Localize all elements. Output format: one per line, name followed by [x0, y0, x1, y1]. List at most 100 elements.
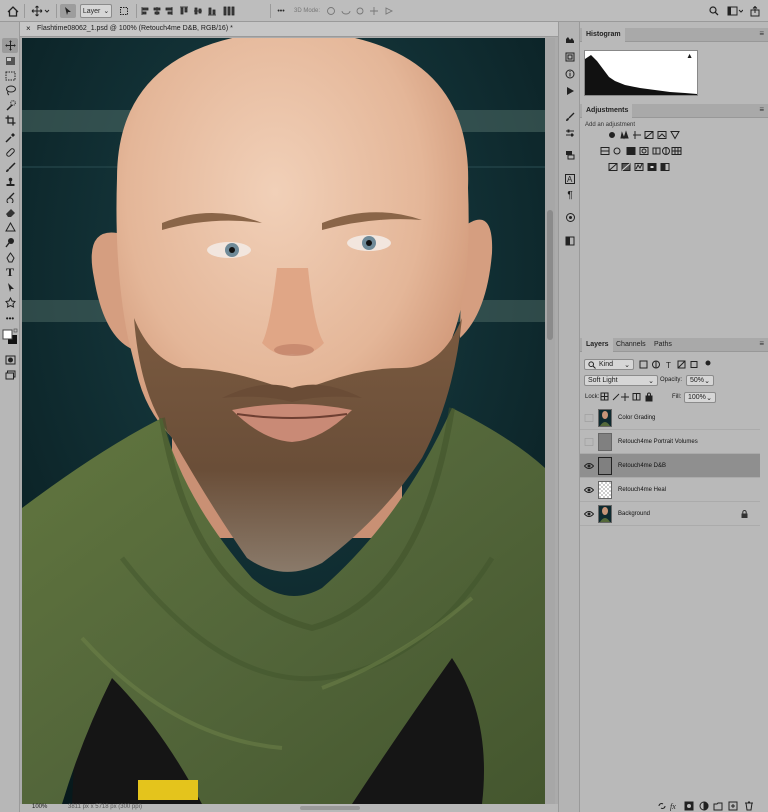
opacity-label: Opacity:: [660, 377, 683, 383]
tab-channels[interactable]: Channels: [612, 338, 650, 352]
paragraph-panel-icon[interactable]: ¶: [563, 188, 577, 202]
chevron-down-icon: ⌄: [704, 377, 710, 385]
histogram-warning-icon[interactable]: ▲: [686, 53, 693, 60]
zoom-level[interactable]: 100%: [32, 804, 47, 810]
layer-name: Retouch4me Portrait Volumes: [618, 439, 698, 445]
glyphs-panel-icon[interactable]: [563, 210, 577, 224]
brush-settings-icon[interactable]: [563, 110, 577, 124]
layer-thumbnail: [598, 457, 612, 475]
workspace-icon[interactable]: [726, 4, 744, 18]
lock-icons[interactable]: [600, 392, 660, 402]
foreground-background-color-icon[interactable]: [2, 327, 18, 347]
tab-histogram[interactable]: Histogram: [582, 28, 625, 42]
tab-adjustments[interactable]: Adjustments: [582, 104, 633, 118]
opacity-field[interactable]: 50% ⌄: [686, 375, 714, 386]
dodge-tool-icon[interactable]: [2, 235, 18, 250]
visibility-toggle[interactable]: [584, 414, 594, 422]
healing-brush-tool-icon[interactable]: [2, 145, 18, 160]
layers-bottom-toolbar: fx: [580, 800, 768, 812]
horizontal-scroll-thumb[interactable]: [300, 806, 360, 810]
eye-icon[interactable]: [584, 462, 594, 470]
layer-filter-kind-dropdown[interactable]: Kind ⌄: [584, 359, 634, 370]
transform-controls-icon[interactable]: [118, 4, 130, 18]
layer-name: Retouch4me Heal: [618, 487, 667, 493]
type-tool-icon[interactable]: T: [2, 265, 18, 280]
lasso-tool-icon[interactable]: [2, 83, 18, 98]
layer-thumbnail: [598, 481, 612, 499]
navigator-panel-icon[interactable]: [563, 50, 577, 64]
shape-tool-icon[interactable]: [2, 295, 18, 310]
lock-label: Lock:: [585, 394, 600, 400]
panel-menu-icon[interactable]: ≡: [759, 29, 764, 38]
document-tab[interactable]: × Flashtime08062_1.psd @ 100% (Retouch4m…: [20, 22, 558, 37]
adjustment-icons-row-2[interactable]: [600, 146, 690, 156]
layer-row[interactable]: Color Grading: [580, 406, 760, 430]
move-tool-icon[interactable]: [2, 38, 18, 53]
svg-text:T: T: [666, 361, 671, 370]
layer-thumbnail: [598, 505, 612, 523]
gradient-tool-icon[interactable]: [2, 220, 18, 235]
fill-label: Fill:: [672, 394, 682, 400]
layer-row[interactable]: Retouch4me Portrait Volumes: [580, 430, 760, 454]
chevron-down-icon: ⌄: [624, 361, 630, 369]
right-panels: Histogram ≡ ▲ Adjustments ≡ Add an adjus…: [580, 22, 768, 812]
layer-filter-icons[interactable]: T: [638, 359, 718, 370]
actions-play-icon[interactable]: [563, 84, 577, 98]
tab-layers[interactable]: Layers: [582, 338, 613, 352]
eraser-tool-icon[interactable]: [2, 205, 18, 220]
crop-tool-icon[interactable]: [2, 113, 18, 128]
layer-row-selected[interactable]: Retouch4me D&B: [580, 454, 760, 478]
blend-mode-dropdown[interactable]: Soft Light ⌄: [584, 375, 658, 386]
adjustment-sliders-icon[interactable]: [563, 126, 577, 140]
auto-select-icon[interactable]: [60, 4, 76, 18]
move-tool-options-icon[interactable]: [30, 4, 52, 18]
search-icon[interactable]: [708, 4, 720, 18]
layer-name: Background: [618, 511, 651, 517]
more-options-icon[interactable]: •••: [274, 4, 288, 18]
align-distribute-icons[interactable]: [140, 4, 240, 18]
clone-source-icon[interactable]: [563, 148, 577, 162]
chevron-down-icon: ⌄: [103, 8, 110, 15]
histogram-panel-icon[interactable]: [563, 32, 577, 46]
layer-name: Color Grading: [618, 415, 656, 421]
adjustment-icons-row-3[interactable]: [608, 162, 678, 172]
path-selection-tool-icon[interactable]: [2, 280, 18, 295]
marquee-tool-icon[interactable]: [2, 68, 18, 83]
histogram-graph: ▲: [584, 50, 698, 96]
chevron-down-icon: ⌄: [706, 394, 712, 402]
artboard-tool-icon[interactable]: [2, 53, 18, 68]
panel-menu-icon[interactable]: ≡: [759, 105, 764, 114]
history-brush-tool-icon[interactable]: [2, 190, 18, 205]
share-icon[interactable]: [748, 4, 762, 18]
portrait-photo: [22, 38, 545, 804]
panel-menu-icon[interactable]: ≡: [759, 339, 764, 348]
more-tools-icon[interactable]: •••: [2, 311, 18, 326]
brush-tool-icon[interactable]: [2, 160, 18, 175]
quick-mask-icon[interactable]: [2, 352, 18, 367]
character-panel-icon[interactable]: A: [563, 172, 577, 186]
pen-tool-icon[interactable]: [2, 250, 18, 265]
document-canvas[interactable]: [22, 38, 545, 804]
canvas-scroll-thumb[interactable]: [547, 210, 553, 340]
properties-panel-icon[interactable]: [563, 234, 577, 248]
eyedropper-tool-icon[interactable]: [2, 130, 18, 145]
tab-paths[interactable]: Paths: [650, 338, 676, 352]
clone-stamp-tool-icon[interactable]: [2, 175, 18, 190]
adjustments-subtitle: Add an adjustment: [585, 122, 636, 128]
auto-select-target-dropdown[interactable]: Layer ⌄: [80, 4, 112, 18]
info-panel-icon[interactable]: [563, 67, 577, 81]
toolbar: T •••: [0, 22, 20, 812]
histogram-panel-tabs: Histogram ≡: [580, 28, 768, 42]
layer-row[interactable]: Retouch4me Heal: [580, 478, 760, 502]
close-document-icon[interactable]: ×: [26, 24, 31, 33]
layer-row[interactable]: Background: [580, 502, 760, 526]
screen-mode-icon[interactable]: [2, 367, 18, 382]
eye-icon[interactable]: [584, 486, 594, 494]
visibility-toggle[interactable]: [584, 438, 594, 446]
eye-icon[interactable]: [584, 510, 594, 518]
canvas-vertical-scrollbar[interactable]: [545, 38, 555, 804]
fill-field[interactable]: 100% ⌄: [684, 392, 716, 403]
adjustment-icons-row-1[interactable]: [608, 130, 688, 140]
home-icon[interactable]: [6, 4, 20, 18]
quick-select-tool-icon[interactable]: [2, 98, 18, 113]
